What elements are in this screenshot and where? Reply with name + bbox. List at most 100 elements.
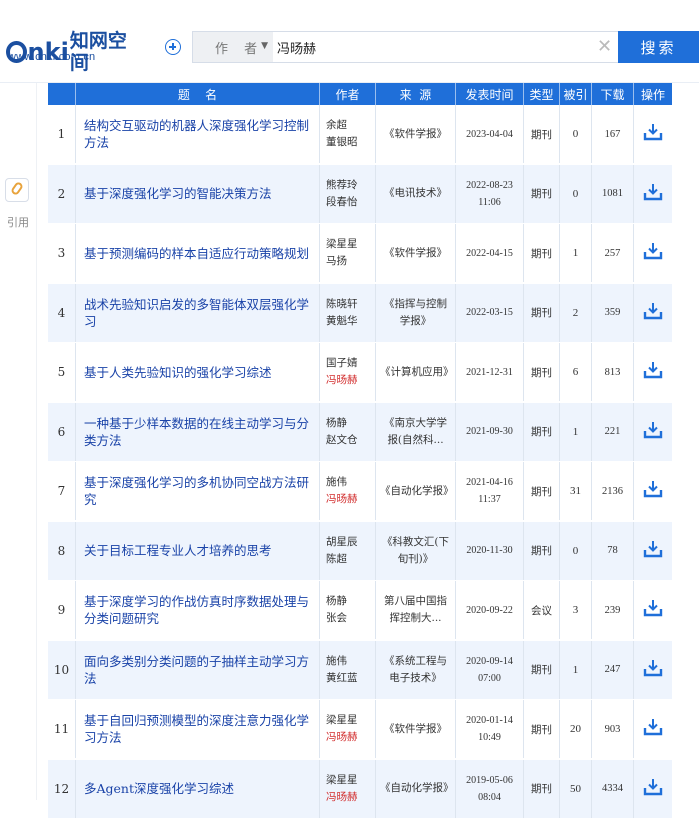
cited-count: 3 (560, 581, 592, 639)
author-link[interactable]: 施伟 (326, 474, 347, 491)
source-link[interactable]: 《电讯技术》 (376, 164, 456, 223)
paper-title-link[interactable]: 基于预测编码的样本自适应行动策略规划 (76, 224, 320, 282)
paper-title-link[interactable]: 面向多类别分类问题的子抽样主动学习方法 (76, 640, 320, 699)
type-cell: 期刊 (524, 759, 560, 818)
author-link[interactable]: 冯旸赫 (326, 372, 358, 389)
date-part: 07:00 (478, 672, 501, 684)
clear-icon[interactable]: ✕ (597, 37, 612, 57)
author-link[interactable]: 黄魁华 (326, 313, 358, 330)
search-button[interactable]: 搜索 (618, 31, 699, 63)
download-count: 239 (592, 581, 634, 639)
paper-title-link[interactable]: 基于自回归预测模型的深度注意力强化学习方法 (76, 700, 320, 758)
paper-title-link[interactable]: 基于深度强化学习的多机协同空战方法研究 (76, 462, 320, 520)
search-input[interactable] (277, 32, 587, 62)
download-button[interactable] (634, 522, 672, 580)
col-download-header[interactable]: 下载 (592, 83, 634, 105)
author-link[interactable]: 熊荐玲 (326, 177, 358, 194)
author-link[interactable]: 冯旸赫 (326, 789, 358, 806)
download-button[interactable] (634, 343, 672, 401)
type-cell: 期刊 (524, 164, 560, 223)
author-link[interactable]: 国子婧 (326, 355, 358, 372)
paper-title-link[interactable]: 基于人类先验知识的强化学习综述 (76, 343, 320, 401)
paper-title-link[interactable]: 基于深度强化学习的智能决策方法 (76, 164, 320, 223)
col-source-header[interactable]: 来 源 (376, 83, 456, 105)
publish-date: 2023-04-04 (456, 105, 524, 163)
source-link[interactable]: 《软件学报》 (376, 224, 456, 282)
cite-button[interactable] (5, 178, 29, 202)
source-link[interactable]: 《自动化学报》 (376, 462, 456, 520)
author-link[interactable]: 胡星辰 (326, 534, 358, 551)
download-button[interactable] (634, 403, 672, 461)
download-count: 4334 (592, 759, 634, 818)
author-link[interactable]: 余超 (326, 117, 347, 134)
source-link[interactable]: 《指挥与控制学报》 (376, 283, 456, 342)
date-part: 2020-09-22 (466, 604, 513, 616)
paper-title-link[interactable]: 基于深度学习的作战仿真时序数据处理与分类问题研究 (76, 581, 320, 639)
author-link[interactable]: 杨静 (326, 415, 347, 432)
author-link[interactable]: 梁星星 (326, 236, 358, 253)
col-title-header[interactable]: 题 名 (76, 83, 320, 105)
author-link[interactable]: 冯旸赫 (326, 491, 358, 508)
download-button[interactable] (634, 641, 672, 699)
download-button[interactable] (634, 165, 672, 223)
author-link[interactable]: 黄红蓝 (326, 670, 358, 687)
author-link[interactable]: 董银昭 (326, 134, 358, 151)
col-type-header[interactable]: 类型 (524, 83, 560, 105)
date-part: 2020-11-30 (466, 545, 513, 556)
source-link[interactable]: 第八届中国指挥控制大... (376, 581, 456, 639)
paper-title-link[interactable]: 多Agent深度强化学习综述 (76, 759, 320, 818)
authors-cell: 施伟 冯旸赫 (320, 462, 376, 520)
paper-title-link[interactable]: 结构交互驱动的机器人深度强化学习控制方法 (76, 105, 320, 163)
col-author-header[interactable]: 作者 (320, 83, 376, 105)
download-button[interactable] (634, 284, 672, 342)
chevron-down-icon: ▼ (261, 41, 268, 51)
date-part: 2021-04-16 (466, 477, 513, 488)
author-link[interactable]: 马扬 (326, 253, 347, 270)
download-button[interactable] (634, 462, 672, 520)
cnki-logo[interactable]: nki 知网空间 www.cnki.com.cn (6, 30, 138, 74)
source-link[interactable]: 《计算机应用》 (376, 343, 456, 401)
author-link[interactable]: 杨静 (326, 593, 347, 610)
download-button[interactable] (634, 224, 672, 282)
source-link[interactable]: 《自动化学报》 (376, 759, 456, 818)
download-button[interactable] (634, 700, 672, 758)
type-cell: 期刊 (524, 521, 560, 580)
author-link[interactable]: 赵文仓 (326, 432, 358, 449)
author-link[interactable]: 陈晓轩 (326, 296, 358, 313)
date-part: 2022-08-23 (466, 179, 513, 191)
author-link[interactable]: 陈超 (326, 551, 347, 568)
source-link[interactable]: 《软件学报》 (376, 105, 456, 163)
col-action-header: 操作 (640, 87, 665, 102)
author-link[interactable]: 施伟 (326, 653, 347, 670)
search-field-label: 作 者 (215, 41, 264, 57)
author-link[interactable]: 梁星星 (326, 712, 358, 729)
authors-cell: 熊荐玲 段春怡 (320, 164, 376, 223)
source-link[interactable]: 《系统工程与电子技术》 (376, 640, 456, 699)
table-row: 1 结构交互驱动的机器人深度强化学习控制方法 余超 董银昭 《软件学报》 2023-04-… (48, 105, 672, 163)
col-cited-header[interactable]: 被引 (560, 83, 592, 105)
search-field-select[interactable]: 作 者 ▼ (193, 32, 273, 62)
search-box: 作 者 ▼ ✕ (192, 31, 618, 63)
date-part: 2021-09-30 (466, 426, 513, 437)
paper-title-link[interactable]: 战术先验知识启发的多智能体双层强化学习 (76, 283, 320, 342)
type-cell: 期刊 (524, 640, 560, 699)
type-cell: 期刊 (524, 343, 560, 401)
download-button[interactable] (634, 581, 672, 639)
authors-cell: 施伟 黄红蓝 (320, 640, 376, 699)
paper-title-link[interactable]: 关于目标工程专业人才培养的思考 (76, 521, 320, 580)
col-date-header[interactable]: 发表时间 (456, 83, 524, 105)
publish-date: 2021-09-30 (456, 402, 524, 461)
source-link[interactable]: 《软件学报》 (376, 700, 456, 758)
author-link[interactable]: 梁星星 (326, 772, 358, 789)
date-part: 11:37 (478, 494, 501, 505)
source-link[interactable]: 《南京大学学报(自然科... (376, 402, 456, 461)
author-link[interactable]: 冯旸赫 (326, 729, 358, 746)
paper-title-link[interactable]: 一种基于少样本数据的在线主动学习与分类方法 (76, 402, 320, 461)
add-condition-icon[interactable] (165, 39, 181, 55)
download-count: 359 (592, 283, 634, 342)
author-link[interactable]: 张会 (326, 610, 347, 627)
author-link[interactable]: 段春怡 (326, 194, 358, 211)
download-button[interactable] (634, 760, 672, 818)
source-link[interactable]: 《科教文汇(下旬刊)》 (376, 521, 456, 580)
download-button[interactable] (634, 105, 672, 163)
